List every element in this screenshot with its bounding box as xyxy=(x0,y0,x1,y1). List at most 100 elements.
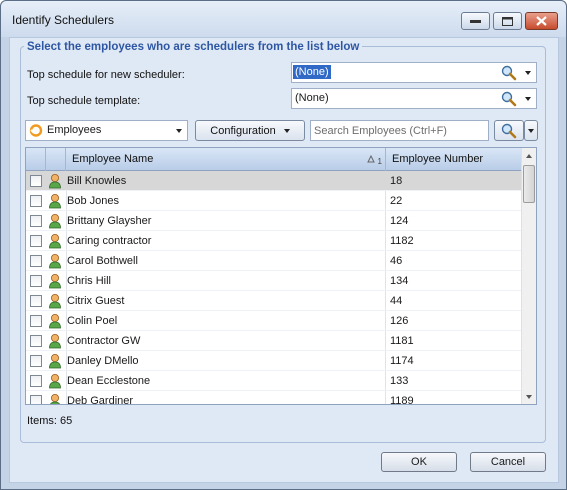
employee-number-cell: 18 xyxy=(390,175,403,187)
maximize-button[interactable] xyxy=(493,12,522,30)
vertical-scrollbar[interactable] xyxy=(521,148,536,404)
employee-icon xyxy=(49,334,61,349)
employee-name-cell: Deb Gardiner xyxy=(67,395,134,405)
chevron-down-icon[interactable] xyxy=(520,89,536,108)
table-row[interactable]: Bill Knowles 18 xyxy=(26,171,522,191)
row-checkbox[interactable] xyxy=(30,375,42,387)
ok-button[interactable]: OK xyxy=(381,452,457,472)
close-button[interactable] xyxy=(525,12,558,30)
table-row[interactable]: Dean Ecclestone 133 xyxy=(26,371,522,391)
employee-name-header-label: Employee Name xyxy=(72,153,154,165)
table-row[interactable]: Brittany Glaysher 124 xyxy=(26,211,522,231)
group-title: Select the employees who are schedulers … xyxy=(24,41,363,53)
view-select[interactable]: Employees xyxy=(25,120,188,141)
header-employee-name[interactable]: Employee Name 1 xyxy=(66,148,386,171)
table-row[interactable]: Carol Bothwell 46 xyxy=(26,251,522,271)
row-checkbox[interactable] xyxy=(30,295,42,307)
employee-number-cell: 1174 xyxy=(390,355,414,367)
employee-icon xyxy=(49,354,61,369)
employee-number-cell: 1181 xyxy=(390,335,414,347)
minimize-icon xyxy=(470,20,481,23)
close-icon xyxy=(536,16,547,26)
chevron-down-icon[interactable] xyxy=(520,63,536,82)
minimize-button[interactable] xyxy=(461,12,490,30)
employee-icon xyxy=(49,214,61,229)
dialog-client-area: Select the employees who are schedulers … xyxy=(9,37,559,483)
employee-name-cell: Bob Jones xyxy=(67,195,119,207)
header-check-column[interactable] xyxy=(26,148,46,171)
employees-icon xyxy=(29,124,43,137)
row-checkbox[interactable] xyxy=(30,235,42,247)
sort-index: 1 xyxy=(377,157,382,166)
row-checkbox[interactable] xyxy=(30,335,42,347)
employee-number-cell: 1189 xyxy=(390,395,414,405)
row-checkbox[interactable] xyxy=(30,255,42,267)
table-row[interactable]: Danley DMello 1174 xyxy=(26,351,522,371)
top-schedule-combo[interactable]: (None) xyxy=(291,62,537,83)
search-input[interactable]: Search Employees (Ctrl+F) xyxy=(310,120,489,141)
employee-number-cell: 1182 xyxy=(390,235,414,247)
employee-icon xyxy=(49,274,61,289)
grid-header: Employee Name 1 Employee Number xyxy=(26,148,522,171)
row-checkbox[interactable] xyxy=(30,355,42,367)
template-value: (None) xyxy=(295,92,329,104)
table-row[interactable]: Caring contractor 1182 xyxy=(26,231,522,251)
search-icon[interactable] xyxy=(500,91,518,107)
employee-number-header-label: Employee Number xyxy=(392,153,484,165)
employee-grid: Employee Name 1 Employee Number Bill Kno… xyxy=(25,147,537,405)
sort-ascending-icon xyxy=(367,155,375,163)
employee-number-cell: 134 xyxy=(390,275,409,287)
scroll-up-icon[interactable] xyxy=(522,148,536,163)
employee-icon xyxy=(50,394,60,404)
employee-name-cell: Colin Poel xyxy=(67,315,118,327)
table-row[interactable]: Deb Gardiner 1189 xyxy=(26,391,522,405)
employee-icon xyxy=(49,254,61,269)
top-schedule-value: (None) xyxy=(293,65,331,79)
employee-icon xyxy=(49,374,61,389)
employee-name-cell: Dean Ecclestone xyxy=(67,375,151,387)
employee-name-cell: Bill Knowles xyxy=(67,175,127,187)
chevron-down-icon xyxy=(283,128,290,133)
header-icon-column[interactable] xyxy=(46,148,66,171)
row-checkbox[interactable] xyxy=(30,195,42,207)
employee-name-cell: Brittany Glaysher xyxy=(67,215,152,227)
employee-number-cell: 126 xyxy=(390,315,409,327)
scroll-down-icon[interactable] xyxy=(522,389,536,404)
template-label: Top schedule template: xyxy=(27,95,141,107)
employee-name-cell: Contractor GW xyxy=(67,335,141,347)
employee-name-cell: Chris Hill xyxy=(67,275,111,287)
search-options-button[interactable] xyxy=(524,120,538,141)
row-checkbox[interactable] xyxy=(30,215,42,227)
table-row[interactable]: Colin Poel 126 xyxy=(26,311,522,331)
view-select-value: Employees xyxy=(47,124,102,136)
top-schedule-label: Top schedule for new scheduler: xyxy=(27,69,185,81)
chevron-down-icon[interactable] xyxy=(171,121,187,140)
scheduler-selection-group: Select the employees who are schedulers … xyxy=(20,41,546,443)
search-icon xyxy=(501,123,517,138)
employee-name-cell: Citrix Guest xyxy=(67,295,125,307)
dialog-window: Identify Schedulers Select the employees… xyxy=(0,0,567,490)
search-button[interactable] xyxy=(494,120,524,141)
search-placeholder: Search Employees (Ctrl+F) xyxy=(314,125,447,137)
table-row[interactable]: Citrix Guest 44 xyxy=(26,291,522,311)
items-count: Items: 65 xyxy=(27,415,73,427)
employee-name-cell: Danley DMello xyxy=(67,355,139,367)
cancel-button[interactable]: Cancel xyxy=(470,452,546,472)
row-checkbox[interactable] xyxy=(30,395,42,404)
row-checkbox[interactable] xyxy=(30,275,42,287)
search-icon[interactable] xyxy=(500,65,518,81)
row-checkbox[interactable] xyxy=(30,175,42,187)
scroll-thumb[interactable] xyxy=(523,165,535,203)
table-row[interactable]: Chris Hill 134 xyxy=(26,271,522,291)
title-bar[interactable]: Identify Schedulers xyxy=(1,1,566,37)
chevron-down-icon xyxy=(528,128,534,133)
header-employee-number[interactable]: Employee Number xyxy=(386,148,522,171)
employee-number-cell: 124 xyxy=(390,215,409,227)
employee-icon xyxy=(49,314,61,329)
configuration-button[interactable]: Configuration xyxy=(195,120,305,141)
table-row[interactable]: Bob Jones 22 xyxy=(26,191,522,211)
row-checkbox[interactable] xyxy=(30,315,42,327)
template-combo[interactable]: (None) xyxy=(291,88,537,109)
table-row[interactable]: Contractor GW 1181 xyxy=(26,331,522,351)
employee-number-cell: 22 xyxy=(390,195,403,207)
